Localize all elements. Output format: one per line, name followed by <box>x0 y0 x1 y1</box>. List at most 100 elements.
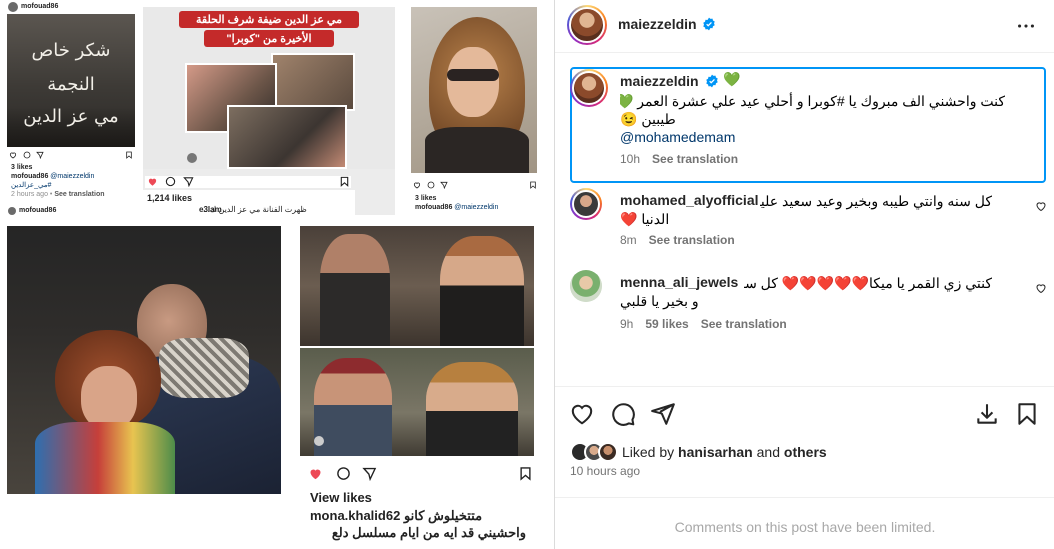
tile2-user: e3lam <box>199 205 222 214</box>
tile1-time: 2 hours ago <box>11 191 48 198</box>
more-horizontal-icon[interactable] <box>1015 15 1037 37</box>
header-username[interactable]: maiezzeldin <box>618 16 697 32</box>
tile3-comment-icon <box>427 181 435 189</box>
tile2-bookmark-icon <box>340 176 349 187</box>
tile1-overlay-line-3: مي عز الدين <box>23 106 119 127</box>
comments-limited-notice: Comments on this post have been limited. <box>674 519 936 535</box>
liked-by-others[interactable]: others <box>784 444 827 460</box>
liked-by-prefix: Liked by <box>622 444 675 460</box>
comment-2-like-icon[interactable] <box>1035 282 1047 294</box>
liked-by-and: and <box>756 444 780 460</box>
caption-see-translation[interactable]: See translation <box>652 152 738 166</box>
actions-divider <box>555 386 1054 387</box>
tile4-scarf <box>159 338 249 398</box>
collage-tile-1: mofouad86 شكر خاص النجمة مي عز الدين 3 l… <box>7 0 135 216</box>
caption-mention-link[interactable]: @mohamedemam <box>620 128 735 146</box>
tile2-heart-icon <box>148 178 157 186</box>
tile5-photo-top <box>300 226 534 346</box>
tile1-avatar <box>8 2 18 12</box>
caption-meta: 10h See translation <box>620 152 750 166</box>
comment-1-text-line-1: كل سنه وانتي طيبه وبخير وعيد سعيد عليكي … <box>760 193 992 209</box>
tile1-heart-icon <box>9 152 17 159</box>
liked-by: Liked by hanisarhan and others <box>570 442 1040 462</box>
tile1-bookmark-icon <box>126 151 132 159</box>
caption-text-line-1: كنت واحشني الف مبروك يا #كوبرا و أحلي عي… <box>620 93 1005 109</box>
tile1-send-icon <box>36 151 44 159</box>
tile1-overlay-line-1: شكر خاص <box>31 40 111 61</box>
tile5-heart-icon <box>310 469 321 480</box>
tile2-send-icon <box>183 177 194 187</box>
caption-verified-icon <box>706 74 718 88</box>
tile4-woman-face <box>81 366 137 430</box>
tile2-headline-line-2: الأخيرة من "كوبرا" <box>204 30 334 47</box>
collage-tile-5: View likes mona.khalid62 متتخيلوش كانو و… <box>292 226 542 542</box>
tile5-bookmark-icon <box>520 467 531 481</box>
comment-2-text-line-1: كنتي زي القمر يا ميكا❤️❤️❤️❤️❤️ كل سنه و… <box>744 275 992 291</box>
tile1-caption-tag: #مي_عزالدين <box>11 182 52 189</box>
tile3-caption-user: mofouad86 <box>415 204 453 211</box>
header-divider <box>555 52 1054 53</box>
collage-tile-3: 3 likes mofouad86 @maiezzeldin <box>405 7 543 215</box>
tile2-image-top-right <box>271 53 355 111</box>
caption-text-line-2: طيبين 😉 <box>620 111 676 127</box>
comment-2-likes[interactable]: 59 likes <box>645 317 688 331</box>
comment-2-username[interactable]: menna_ali_jewels <box>620 274 738 290</box>
tile5-comment-icon <box>337 467 350 480</box>
tile3-actions <box>413 181 537 191</box>
tile2-photo: مي عز الدين ضيفة شرف الحلقة الأخيرة من "… <box>143 7 395 169</box>
comment-2-avatar[interactable] <box>570 270 602 302</box>
tile1-next-avatar <box>8 207 16 215</box>
footer-divider <box>555 497 1054 498</box>
download-icon[interactable] <box>974 401 1000 427</box>
tile1-header: mofouad86 <box>7 0 135 14</box>
heart-icon[interactable] <box>569 401 595 427</box>
caption-username[interactable]: maiezzeldin <box>620 73 699 89</box>
comment-icon[interactable] <box>610 401 636 427</box>
liked-by-avatar-3[interactable] <box>598 442 618 462</box>
header-avatar[interactable] <box>567 5 607 45</box>
tile1-see-translation: See translation <box>54 191 105 198</box>
tile1-next-user: mofouad86 <box>19 207 57 214</box>
caption-avatar[interactable] <box>570 69 608 107</box>
tile5-bottom-man <box>314 358 392 456</box>
tile2-image-bottom <box>227 105 347 169</box>
comment-1-avatar[interactable] <box>570 188 602 220</box>
tile5-caption-row1: mona.khalid62 متتخيلوش كانو <box>310 508 540 524</box>
caption-time[interactable]: 10h <box>620 152 640 166</box>
tile1-caption-user: mofouad86 <box>11 173 49 180</box>
tile4-woman-jacket <box>35 422 175 494</box>
tile5-view-likes: View likes <box>310 490 372 505</box>
comment-2-time[interactable]: 9h <box>620 317 633 331</box>
tile2-actions <box>145 176 351 188</box>
collage-tile-2: مي عز الدين ضيفة شرف الحلقة الأخيرة من "… <box>143 7 395 215</box>
tile5-caption-line2: واحشيني قد ايه من ايام مسلسل دلع <box>331 525 526 540</box>
tile5-send-icon <box>362 467 377 481</box>
comment-1-text-line-2: الدنيا ❤️ <box>620 211 670 227</box>
comment-1-like-icon[interactable] <box>1035 200 1047 212</box>
tile5-bottom-woman <box>426 362 518 456</box>
tile5-photo-bottom <box>300 348 534 456</box>
comment-2-meta: 9h 59 likes See translation <box>620 317 799 331</box>
caption-emoji: 💚 <box>723 71 741 87</box>
tile1-caption: 3 likes mofouad86 @maiezzeldin #مي_عزالد… <box>11 163 135 203</box>
tile2-headline-box: مي عز الدين ضيفة شرف الحلقة الأخيرة من "… <box>179 11 359 51</box>
tile5-bottom-logo <box>314 436 324 446</box>
tile5-actions <box>308 466 534 482</box>
tile2-caption-area: 1,214 likes ظهرت الفنانة مي عز الدين ك..… <box>143 190 355 215</box>
comment-1-meta: 8m See translation <box>620 233 747 247</box>
liked-by-user[interactable]: hanisarhan <box>678 444 753 460</box>
tile3-photo <box>411 7 537 173</box>
send-icon[interactable] <box>650 401 676 427</box>
comment-1-time[interactable]: 8m <box>620 233 637 247</box>
tile1-next-header: mofouad86 <box>7 206 135 216</box>
liked-by-text: Liked by hanisarhan and others <box>622 444 827 460</box>
post-time[interactable]: 10 hours ago <box>570 464 640 478</box>
comment-1-username[interactable]: mohamed_alyofficial <box>620 192 759 208</box>
bookmark-icon[interactable] <box>1014 401 1040 427</box>
post-image-collage[interactable]: mofouad86 شكر خاص النجمة مي عز الدين 3 l… <box>0 0 554 549</box>
comment-1-see-translation[interactable]: See translation <box>649 233 735 247</box>
comment-2-see-translation[interactable]: See translation <box>701 317 787 331</box>
tile2-logo <box>187 153 197 163</box>
tile3-likes: 3 likes <box>415 195 437 202</box>
tile5-caption-user: mona.khalid62 <box>310 508 401 523</box>
